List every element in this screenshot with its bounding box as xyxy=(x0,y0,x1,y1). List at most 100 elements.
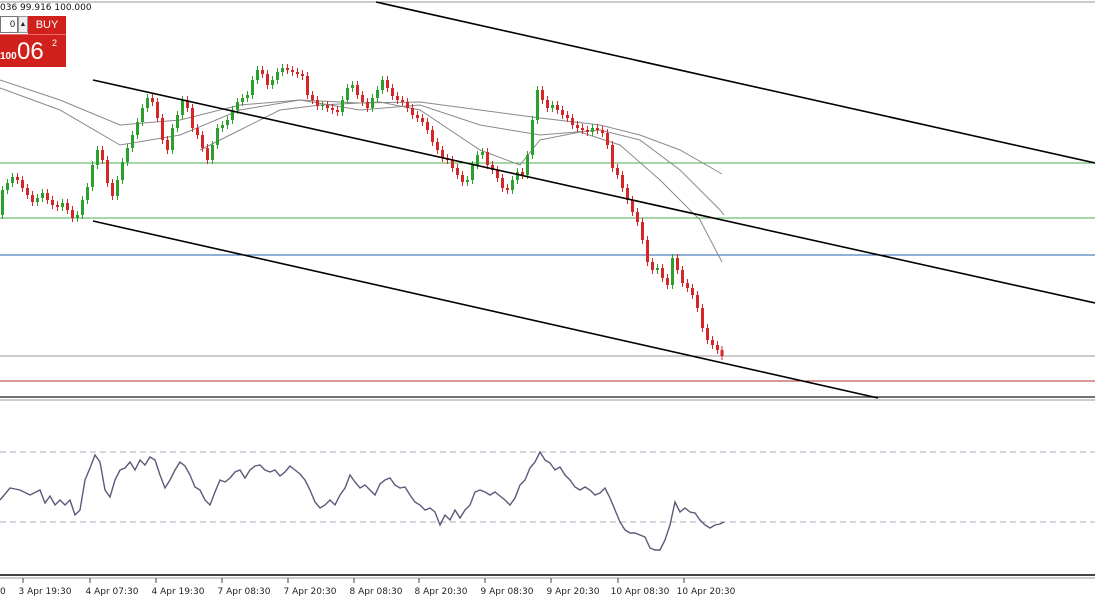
time-axis-label: 10 Apr 08:30 xyxy=(611,587,670,597)
trend-line-1 xyxy=(92,220,879,399)
candle-body xyxy=(336,110,339,112)
candle-body xyxy=(216,128,219,145)
candle-body xyxy=(371,98,374,108)
lot-up-arrow-icon[interactable]: ▲ xyxy=(18,16,28,33)
candle-body xyxy=(161,118,164,140)
candle-body xyxy=(671,258,674,285)
candle-body xyxy=(271,80,274,85)
candle-body xyxy=(156,102,159,118)
candle-body xyxy=(296,72,299,74)
candle-body xyxy=(321,105,324,106)
candle-body xyxy=(696,295,699,308)
buy-price-pip: 2 xyxy=(52,38,58,48)
candle-body xyxy=(551,105,554,108)
candle-body xyxy=(616,168,619,175)
candle-body xyxy=(666,278,669,285)
candle-body xyxy=(251,80,254,95)
candle-body xyxy=(356,85,359,95)
candle-body xyxy=(386,80,389,88)
candle-body xyxy=(21,180,24,188)
candle-body xyxy=(401,100,404,102)
candle-body xyxy=(436,142,439,150)
candle-body xyxy=(236,102,239,110)
candle-body xyxy=(76,215,79,218)
candle-body xyxy=(151,98,154,102)
candle-body xyxy=(426,122,429,130)
candle-body xyxy=(591,128,594,132)
candle-body xyxy=(261,70,264,74)
candle-body xyxy=(716,345,719,350)
candle-body xyxy=(536,90,539,120)
candle-body xyxy=(506,188,509,190)
candle-body xyxy=(31,195,34,202)
time-axis-label: 10 Apr 20:30 xyxy=(677,587,736,597)
candle-body xyxy=(246,95,249,98)
candle-body xyxy=(141,108,144,122)
candle-body xyxy=(471,165,474,180)
candle-body xyxy=(511,180,514,190)
buy-label[interactable]: BUY xyxy=(28,16,66,34)
candle-body xyxy=(366,102,369,108)
candle-body xyxy=(351,85,354,88)
candle-body xyxy=(701,308,704,328)
candle-body xyxy=(226,120,229,125)
lot-size-input[interactable]: 0 xyxy=(0,16,18,33)
time-axis-label: 4 Apr 07:30 xyxy=(86,587,139,597)
candle-body xyxy=(566,115,569,118)
time-axis-label: 7 Apr 20:30 xyxy=(284,587,337,597)
trend-line-0 xyxy=(92,79,1095,304)
one-click-trading-panel: 0 ▲ BUY 100 06 2 xyxy=(0,16,66,67)
candle-body xyxy=(451,160,454,168)
candle-body xyxy=(531,120,534,155)
candle-body xyxy=(211,145,214,160)
candle-body xyxy=(676,258,679,270)
candle-body xyxy=(641,222,644,240)
candle-body xyxy=(341,100,344,112)
candle-body xyxy=(461,175,464,182)
candle-body xyxy=(11,177,14,183)
candle-body xyxy=(396,96,399,100)
candle-body xyxy=(411,108,414,115)
candle-body xyxy=(546,100,549,108)
candle-body xyxy=(91,165,94,187)
candle-body xyxy=(661,268,664,278)
candle-body xyxy=(56,205,59,207)
candle-body xyxy=(606,133,609,145)
symbol-info-text: 036 99.916 100.000 xyxy=(0,3,92,13)
candle-body xyxy=(561,110,564,115)
candle-body xyxy=(431,130,434,142)
candle-body xyxy=(291,70,294,72)
candle-body xyxy=(376,90,379,98)
candle-body xyxy=(1,190,4,215)
candle-body xyxy=(146,98,149,108)
candle-body xyxy=(116,180,119,196)
candle-body xyxy=(241,98,244,102)
candle-body xyxy=(611,145,614,168)
candle-body xyxy=(720,350,724,356)
candle-body xyxy=(121,162,124,180)
candle-body xyxy=(416,115,419,118)
candle-body xyxy=(516,172,519,180)
candle-body xyxy=(281,68,284,72)
candle-body xyxy=(276,72,279,80)
candle-body xyxy=(316,100,319,106)
candle-body xyxy=(286,68,289,70)
time-axis-label-partial: 0 xyxy=(0,587,6,597)
trend-line-2 xyxy=(375,1,1095,164)
candle-body xyxy=(106,160,109,183)
price-chart[interactable]: 3 Apr 19:30 4 Apr 07:30 4 Apr 19:30 7 Apr 0… xyxy=(0,0,1095,600)
oscillator-line xyxy=(0,450,725,551)
candle-body xyxy=(586,130,589,132)
buy-button[interactable]: 100 06 2 xyxy=(0,34,66,67)
candle-body xyxy=(631,200,634,212)
candle-body xyxy=(136,122,139,135)
candle-body xyxy=(686,283,689,288)
candle-body xyxy=(201,135,204,148)
candle-body xyxy=(26,188,29,195)
candle-body xyxy=(126,148,129,162)
candle-body xyxy=(711,340,714,345)
candle-body xyxy=(481,152,484,155)
candle-body xyxy=(346,88,349,100)
candle-body xyxy=(176,115,179,128)
candle-body xyxy=(221,125,224,128)
